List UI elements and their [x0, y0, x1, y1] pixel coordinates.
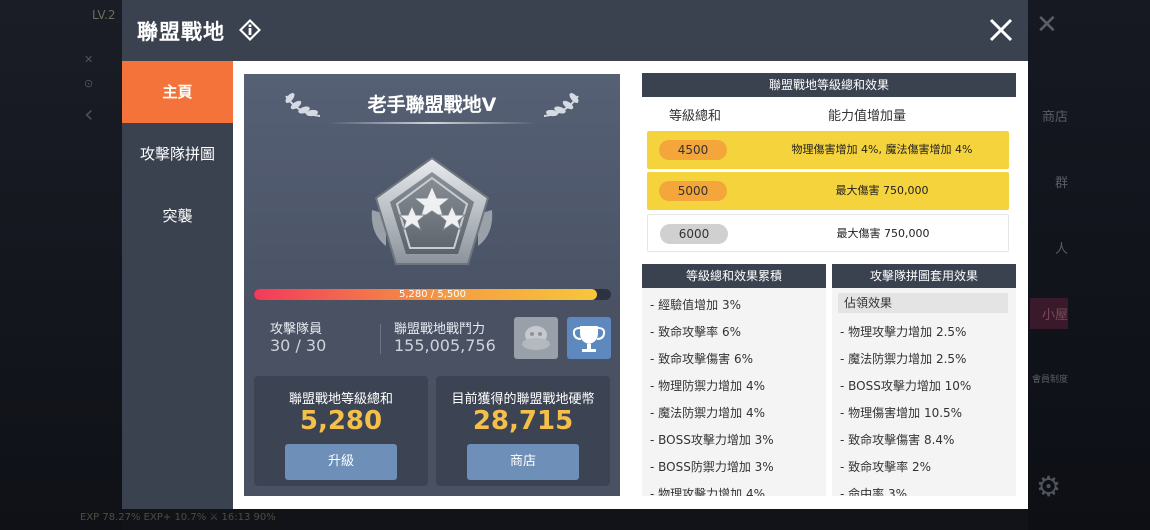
col-head-effect: 能力值增加量	[828, 109, 907, 124]
close-button[interactable]	[986, 15, 1016, 45]
effect-row-level: 4500	[659, 140, 727, 160]
effect-row-text: 最大傷害 750,000	[836, 227, 930, 240]
rank-badge-icon	[371, 156, 493, 265]
list-item: - 致命攻擊率 2%	[840, 460, 931, 474]
stats-row: 攻擊隊員 30 / 30 聯盟戰地戰鬥力 155,005,756	[244, 310, 620, 368]
list-item: - 物理傷害增加 10.5%	[840, 406, 963, 420]
background-hint: ✕ ⊙	[84, 53, 94, 90]
squad-button[interactable]	[514, 317, 558, 359]
rank-progress-text: 5,280 / 5,500	[399, 289, 466, 300]
power-value: 155,005,756	[394, 336, 496, 355]
effect-row-text: 最大傷害 750,000	[835, 184, 929, 197]
list-item: - 物理攻擊力增加 2.5%	[840, 325, 967, 339]
nav-item-raid[interactable]: 突襲	[122, 185, 233, 247]
background-status-bar: EXP 78.27% EXP+ 10.7% ⚔ 16:13 90%	[80, 512, 276, 523]
members-label: 攻擊隊員	[270, 322, 323, 337]
list-item: - 致命攻擊率 6%	[650, 325, 741, 339]
upgrade-button[interactable]: 升級	[285, 444, 397, 480]
power-label: 聯盟戰地戰鬥力	[394, 322, 486, 337]
puzzle-effects-list[interactable]: 攻擊隊拼圖套用效果 佔領效果 - 物理攻擊力增加 2.5% - 魔法防禦力增加 …	[832, 264, 1016, 496]
list-item: - 經驗值增加 3%	[650, 298, 741, 312]
effect-row-level: 6000	[660, 224, 728, 244]
list-item: - 致命攻擊傷害 8.4%	[840, 433, 955, 447]
modal-header: 聯盟戰地	[122, 0, 1028, 61]
members-value: 30 / 30	[270, 336, 327, 355]
nav-item-squad-puzzle[interactable]: 攻擊隊拼圖	[122, 123, 233, 185]
background-gear-icon: ⚙	[1036, 470, 1062, 503]
background-right-hud	[1028, 0, 1150, 530]
title-underline	[328, 122, 536, 124]
occupation-effect-label: 佔領效果	[838, 293, 1008, 313]
coin-value: 28,715	[472, 406, 574, 436]
level-sum-box: 聯盟戰地等級總和 5,280 升級	[254, 376, 428, 486]
side-nav: 主頁 攻擊隊拼圖 突襲	[122, 61, 233, 509]
list-item: - 物理攻擊力增加 4%	[650, 487, 765, 496]
rank-progress-bar: 5,280 / 5,500	[254, 289, 611, 300]
shop-button[interactable]: 商店	[467, 444, 579, 480]
list-item: - 命中率 3%	[840, 487, 907, 496]
right-panel: 聯盟戰地等級總和效果 等級總和 能力值增加量 4500 物理傷害增加 4%, 魔…	[631, 61, 1028, 509]
list-item: - BOSS攻擊力增加 10%	[840, 379, 972, 393]
cumulative-effects-header: 等級總和效果累積	[642, 264, 826, 288]
list-item: - 物理防禦力增加 4%	[650, 379, 765, 393]
background-close-icon: ✕	[1036, 10, 1058, 40]
trophy-icon	[572, 326, 606, 352]
laurel-right-icon	[543, 93, 579, 117]
list-item: - 魔法防禦力增加 2.5%	[840, 352, 967, 366]
list-item: - BOSS防禦力增加 3%	[650, 460, 774, 474]
background-level: LV.2	[92, 8, 116, 22]
background-menu-membership: 會員制度	[1031, 375, 1068, 385]
stats-divider	[380, 324, 381, 354]
effect-row-text: 物理傷害增加 4%, 魔法傷害增加 4%	[791, 143, 973, 156]
coin-box: 目前獲得的聯盟戰地硬幣 28,715 商店	[436, 376, 610, 486]
background-menu-house: 小屋	[1030, 298, 1068, 329]
list-item: - BOSS攻擊力增加 3%	[650, 433, 774, 447]
list-item: - 魔法防禦力增加 4%	[650, 406, 765, 420]
center-panel: 老手聯盟戰地V 5,280 / 5,500 攻擊隊員 30 / 30 聯盟戰地戰…	[233, 61, 631, 509]
puzzle-effects-header: 攻擊隊拼圖套用效果	[832, 264, 1016, 288]
cumulative-effects-list[interactable]: 等級總和效果累積 - 經驗值增加 3% - 致命攻擊率 6% - 致命攻擊傷害 …	[642, 264, 826, 496]
alliance-battlefield-modal: 聯盟戰地 主頁 攻擊隊拼圖 突襲 老手聯盟戰地V 5,280 / 5,500 攻…	[122, 0, 1028, 509]
effect-row: 4500 物理傷害增加 4%, 魔法傷害增加 4%	[647, 131, 1009, 169]
info-icon[interactable]	[238, 18, 262, 42]
level-sum-label: 聯盟戰地等級總和	[288, 392, 393, 407]
background-menu-group: 群	[1054, 176, 1068, 191]
level-sum-value: 5,280	[299, 406, 383, 436]
list-item: - 致命攻擊傷害 6%	[650, 352, 753, 366]
background-back-arrow: ‹	[84, 100, 94, 128]
coin-label: 目前獲得的聯盟戰地硬幣	[451, 392, 595, 407]
col-head-level: 等級總和	[669, 109, 722, 124]
effect-row-level: 5000	[659, 181, 727, 201]
background-menu-people: 人	[1054, 242, 1068, 257]
effects-table-header: 聯盟戰地等級總和效果	[642, 73, 1016, 97]
effect-row: 6000 最大傷害 750,000	[647, 214, 1009, 252]
rank-card-top: 老手聯盟戰地V 5,280 / 5,500	[244, 74, 620, 300]
background-left-hud: LV.2 ✕ ⊙ ‹	[0, 0, 122, 530]
nav-item-home[interactable]: 主頁	[122, 61, 233, 123]
effect-row: 5000 最大傷害 750,000	[647, 172, 1009, 210]
trophy-button[interactable]	[567, 317, 611, 359]
rank-card: 老手聯盟戰地V 5,280 / 5,500 攻擊隊員 30 / 30 聯盟戰地戰…	[244, 74, 620, 496]
squad-icon	[522, 326, 550, 350]
modal-title: 聯盟戰地	[137, 20, 225, 44]
background-menu-shop: 商店	[1041, 110, 1068, 125]
close-icon	[989, 18, 1013, 42]
